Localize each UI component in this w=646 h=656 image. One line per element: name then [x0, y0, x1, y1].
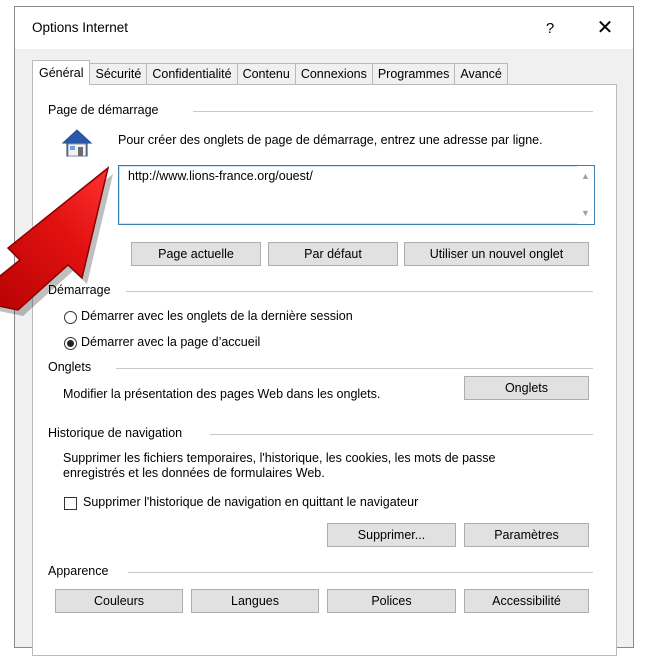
tabs-description: Modifier la présentation des pages Web d… [63, 387, 381, 401]
section-divider [210, 434, 593, 435]
tab-advanced[interactable]: Avancé [454, 63, 508, 85]
section-divider [126, 291, 593, 292]
tab-general[interactable]: Général [32, 60, 91, 85]
homepage-url-input[interactable]: http://www.lions-france.org/ouest/ ▲ ▼ [118, 165, 595, 225]
tab-content[interactable]: Contenu [236, 63, 296, 85]
tab-programs[interactable]: Programmes [371, 63, 456, 85]
dialog-body: Général Sécurité Confidentialité Contenu… [15, 49, 633, 656]
history-description-line2: enregistrés et les données de formulaire… [63, 466, 325, 480]
help-button[interactable]: ? [535, 17, 565, 41]
scroll-up-arrow-icon[interactable]: ▲ [577, 168, 594, 185]
last-session-label: Démarrer avec les onglets de la dernière… [81, 309, 353, 323]
tab-strip: Général Sécurité Confidentialité Contenu… [32, 60, 508, 85]
tab-privacy[interactable]: Confidentialité [146, 63, 238, 85]
house-icon [61, 129, 93, 157]
delete-history-button[interactable]: Supprimer... [327, 523, 456, 547]
homepage-section-label: Page de démarrage [48, 103, 165, 117]
default-button[interactable]: Par défaut [268, 242, 398, 266]
tabs-section-label: Onglets [48, 360, 98, 374]
section-divider [128, 572, 593, 573]
home-page-label: Démarrer avec la page d’accueil [81, 335, 261, 349]
languages-button[interactable]: Langues [191, 589, 319, 613]
new-tab-button[interactable]: Utiliser un nouvel onglet [404, 242, 589, 266]
startup-section-label: Démarrage [48, 283, 117, 297]
close-button[interactable]: ✕ [589, 15, 621, 41]
section-divider [193, 111, 593, 112]
colors-button[interactable]: Couleurs [55, 589, 183, 613]
current-page-button[interactable]: Page actuelle [131, 242, 261, 266]
appearance-section-label: Apparence [48, 564, 115, 578]
delete-on-exit-checkbox[interactable] [64, 497, 77, 510]
title-bar: Options Internet ? ✕ [15, 7, 633, 49]
homepage-url-value: http://www.lions-france.org/ouest/ [128, 169, 313, 183]
general-panel: Page de démarrage Pour créer des onglets… [32, 84, 617, 656]
history-section-label: Historique de navigation [48, 426, 189, 440]
url-scrollbar[interactable]: ▲ ▼ [577, 166, 594, 224]
history-description-line1: Supprimer les fichiers temporaires, l'hi… [63, 451, 496, 465]
scroll-down-arrow-icon[interactable]: ▼ [577, 205, 594, 222]
tab-connections[interactable]: Connexions [294, 63, 373, 85]
options-dialog: Options Internet ? ✕ Général Sécurité Co… [14, 6, 634, 656]
fonts-button[interactable]: Polices [327, 589, 456, 613]
window-title: Options Internet [32, 20, 129, 35]
homepage-instruction: Pour créer des onglets de page de démarr… [118, 133, 543, 147]
home-page-radio[interactable] [64, 337, 77, 350]
last-session-radio[interactable] [64, 311, 77, 324]
section-divider [116, 368, 593, 369]
history-settings-button[interactable]: Paramètres [464, 523, 589, 547]
tab-security[interactable]: Sécurité [89, 63, 148, 85]
delete-on-exit-label: Supprimer l'historique de navigation en … [83, 495, 419, 509]
tabs-button[interactable]: Onglets [464, 376, 589, 400]
accessibility-button[interactable]: Accessibilité [464, 589, 589, 613]
